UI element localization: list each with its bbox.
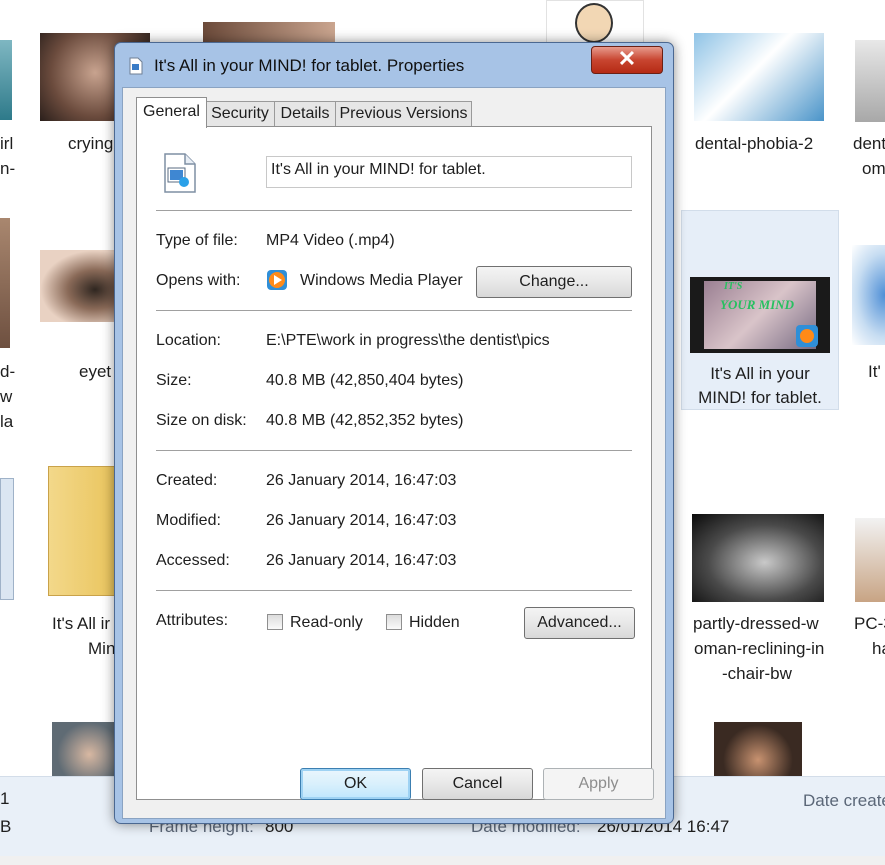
file-label[interactable]: dent <box>853 131 885 156</box>
change-button[interactable]: Change... <box>476 266 632 298</box>
close-icon: ✕ <box>617 46 637 71</box>
date-created-label: Date create <box>803 791 885 810</box>
size-value: 40.8 MB (42,850,404 bytes) <box>266 372 464 389</box>
size-label: Size: <box>156 372 192 389</box>
size-on-disk-label: Size on disk: <box>156 412 247 429</box>
details-left-value: 1 <box>0 789 10 808</box>
created-label: Created: <box>156 472 218 489</box>
separator <box>156 590 632 591</box>
thumbnail-image[interactable] <box>855 518 885 602</box>
video-file-icon <box>163 152 197 194</box>
file-label[interactable]: irl <box>0 131 13 156</box>
properties-dialog: It's All in your MIND! for tablet. Prope… <box>114 42 674 824</box>
file-label[interactable]: w <box>0 384 12 409</box>
cartoon-thumbnail[interactable] <box>546 0 644 46</box>
read-only-label[interactable]: Read-only <box>290 614 363 632</box>
general-tab-panel: It's All in your MIND! for tablet. Type … <box>136 126 652 800</box>
details-left-value: B <box>0 817 12 836</box>
thumbnail-image[interactable] <box>714 722 802 776</box>
tab-general[interactable]: General <box>136 97 207 128</box>
close-button[interactable]: ✕ <box>591 46 663 74</box>
separator <box>156 450 632 451</box>
cartoon-face-icon <box>575 3 613 43</box>
file-label[interactable]: oman-reclining-in <box>694 636 824 661</box>
size-on-disk-value: 40.8 MB (42,852,352 bytes) <box>266 412 464 429</box>
attributes-label: Attributes: <box>156 612 229 629</box>
tab-security[interactable]: Security <box>205 101 275 126</box>
separator <box>156 210 632 211</box>
file-label: MIND! for tablet. <box>698 388 822 407</box>
media-player-icon <box>266 269 288 291</box>
file-label[interactable]: om <box>862 156 885 181</box>
thumbnail-image[interactable] <box>855 40 885 122</box>
file-label[interactable]: PC-3 <box>854 611 885 636</box>
tab-details[interactable]: Details <box>274 101 336 126</box>
thumbnail-image[interactable] <box>852 245 885 345</box>
window-thumbnail[interactable] <box>0 478 14 600</box>
file-label[interactable]: la <box>0 409 13 434</box>
file-label: It's All in your <box>710 364 810 383</box>
type-of-file-value: MP4 Video (.mp4) <box>266 232 395 249</box>
created-value: 26 January 2014, 16:47:03 <box>266 472 457 489</box>
accessed-value: 26 January 2014, 16:47:03 <box>266 552 457 569</box>
location-value: E:\PTE\work in progress\the dentist\pics <box>266 332 550 349</box>
thumbnail-image[interactable] <box>0 218 10 348</box>
video-caption: YOUR MIND <box>720 297 795 312</box>
media-player-badge-icon <box>796 325 818 347</box>
location-label: Location: <box>156 332 221 349</box>
file-label[interactable]: Min <box>88 636 115 661</box>
video-thumbnail: IT'S YOUR MIND <box>690 277 830 353</box>
file-label[interactable]: d- <box>0 359 15 384</box>
accessed-label: Accessed: <box>156 552 230 569</box>
thumbnail-image[interactable] <box>203 22 335 44</box>
modified-value: 26 January 2014, 16:47:03 <box>266 512 457 529</box>
advanced-button[interactable]: Advanced... <box>524 607 635 639</box>
thumbnail-image[interactable] <box>692 514 824 602</box>
title-bar[interactable]: It's All in your MIND! for tablet. Prope… <box>115 43 673 89</box>
file-label[interactable]: crying <box>68 131 113 156</box>
hidden-checkbox[interactable] <box>386 614 402 630</box>
type-of-file-label: Type of file: <box>156 232 238 249</box>
video-caption: IT'S <box>724 281 743 292</box>
apply-button[interactable]: Apply <box>543 768 654 800</box>
file-label[interactable]: partly-dressed-w <box>693 611 819 636</box>
file-label[interactable]: It's All ir <box>52 611 110 636</box>
selected-video-item[interactable]: IT'S YOUR MIND It's All in your MIND! fo… <box>681 210 839 410</box>
hidden-label[interactable]: Hidden <box>409 614 460 632</box>
file-label[interactable]: It' <box>868 359 881 384</box>
thumbnail-image[interactable] <box>694 33 824 121</box>
file-label[interactable]: n- <box>0 156 15 181</box>
file-name-field[interactable]: It's All in your MIND! for tablet. <box>266 156 632 188</box>
thumbnail-image[interactable] <box>0 40 12 120</box>
read-only-checkbox[interactable] <box>267 614 283 630</box>
file-label[interactable]: eyet <box>79 359 111 384</box>
thumbnail-image[interactable] <box>52 722 114 776</box>
tab-previous-versions[interactable]: Previous Versions <box>335 101 472 126</box>
dialog-body: General Security Details Previous Versio… <box>122 87 666 819</box>
separator <box>156 310 632 311</box>
cancel-button[interactable]: Cancel <box>422 768 533 800</box>
ok-button[interactable]: OK <box>300 768 411 800</box>
file-label[interactable]: ha <box>872 636 885 661</box>
file-label[interactable]: -chair-bw <box>722 661 792 686</box>
video-file-icon <box>129 57 143 75</box>
opens-with-label: Opens with: <box>156 272 241 289</box>
modified-label: Modified: <box>156 512 221 529</box>
bottom-edge <box>0 856 885 865</box>
dialog-title: It's All in your MIND! for tablet. Prope… <box>154 56 465 75</box>
file-label[interactable]: dental-phobia-2 <box>695 131 813 156</box>
opens-with-value: Windows Media Player <box>300 272 463 289</box>
zip-folder-icon[interactable] <box>48 466 118 596</box>
